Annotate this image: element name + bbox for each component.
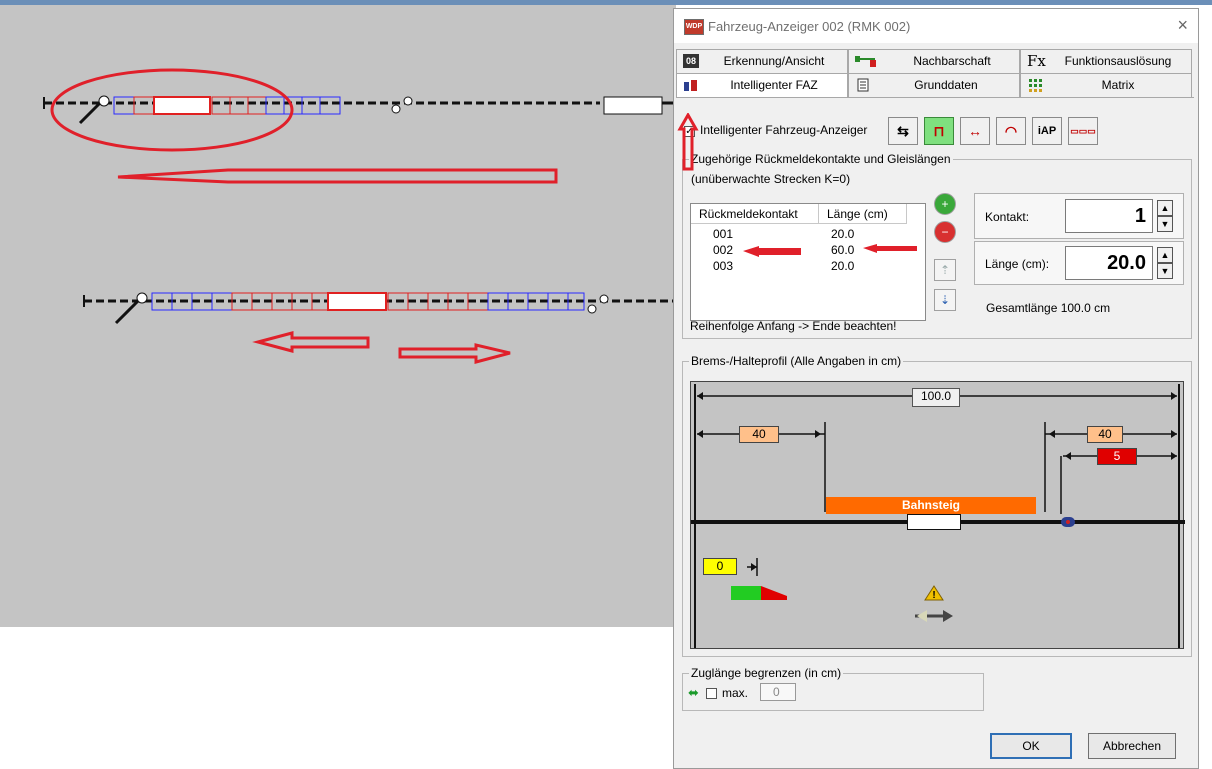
brake-profile-diagram[interactable]: ! 100.0 40 40 5 Bahnsteig 0 xyxy=(690,381,1185,649)
tab-nachbarschaft[interactable]: Nachbarschaft xyxy=(848,49,1020,73)
list-item[interactable]: 002 60.0 xyxy=(691,242,925,258)
total-length: Gesamtlänge 100.0 cm xyxy=(986,301,1111,315)
faz-toolbar: ✓ Intelligenter Fahrzeug-Anzeiger ⇆ ⊓ ↔ … xyxy=(682,117,1182,147)
max-length-input[interactable]: 0 xyxy=(760,683,796,701)
list-item[interactable]: 001 20.0 xyxy=(691,226,925,242)
platform-bar: Bahnsteig xyxy=(826,497,1036,514)
start-tag[interactable]: 0 xyxy=(703,558,737,575)
laenge-input[interactable]: 20.0 xyxy=(1065,246,1153,280)
faz-enabled-checkbox[interactable]: ✓ xyxy=(684,126,695,137)
annotation-arrow-left-upper xyxy=(117,168,558,184)
laenge-spin-down[interactable]: ▼ xyxy=(1157,263,1173,279)
split-icon[interactable]: ↔ xyxy=(960,117,990,145)
close-icon[interactable]: × xyxy=(1177,15,1188,36)
remove-contact-button[interactable]: − xyxy=(934,221,956,243)
tab-funktionsausloesung[interactable]: Fx Funktionsauslösung xyxy=(1020,49,1192,73)
contact-length: 20.0 xyxy=(831,259,855,273)
svg-text:!: ! xyxy=(932,590,935,601)
length-limit-icon: ⬌ xyxy=(688,685,699,700)
contact-id: 003 xyxy=(713,259,734,273)
swap-direction-icon[interactable]: ⇆ xyxy=(888,117,918,145)
tab-label: Nachbarschaft xyxy=(913,54,991,68)
faz-enabled-label: Intelligenter Fahrzeug-Anzeiger xyxy=(700,123,868,137)
max-label: max. xyxy=(722,686,749,700)
vehicle-indicator-dialog: WDP Fahrzeug-Anzeiger 002 (RMK 002) × 08… xyxy=(673,8,1199,769)
tab-row-2: Intelligenter FAZ Grunddaten Matrix xyxy=(674,73,1198,97)
column-header-contact[interactable]: Rückmeldekontakt xyxy=(691,204,819,224)
fx-icon: Fx xyxy=(1027,52,1046,70)
upper-track-blocks xyxy=(113,96,341,115)
platform-icon[interactable]: ⊓ xyxy=(924,117,954,145)
column-header-length[interactable]: Länge (cm) xyxy=(819,204,907,224)
tab-label: Matrix xyxy=(1101,78,1135,92)
kontakt-input[interactable]: 1 xyxy=(1065,199,1153,233)
tab-label: Grunddaten xyxy=(914,78,978,92)
kontakt-label: Kontakt: xyxy=(985,210,1030,224)
matrix-icon xyxy=(1027,78,1043,92)
order-note: Reihenfolge Anfang -> Ende beachten! xyxy=(690,319,897,333)
contact-length: 20.0 xyxy=(831,227,855,241)
faz-icon xyxy=(683,78,699,92)
left-brake-tag[interactable]: 40 xyxy=(739,426,779,443)
right-stop-tag[interactable]: 5 xyxy=(1097,448,1137,465)
annotation-arrow-right-lower xyxy=(398,343,511,364)
cancel-button[interactable]: Abbrechen xyxy=(1088,733,1176,759)
list-item[interactable]: 003 20.0 xyxy=(691,258,925,274)
kontakt-panel: Kontakt: 1 ▲ ▼ xyxy=(974,193,1184,239)
lower-track xyxy=(83,292,676,325)
track-layout-canvas[interactable] xyxy=(0,5,676,627)
contact-id: 002 xyxy=(713,243,734,257)
tab-erkennung[interactable]: 08 Erkennung/Ansicht xyxy=(676,49,848,73)
canvas-blank-area xyxy=(0,627,676,769)
kontakt-spin-down[interactable]: ▼ xyxy=(1157,216,1173,232)
vehicle-box xyxy=(907,514,961,530)
kontakt-spin-up[interactable]: ▲ xyxy=(1157,200,1173,216)
document-icon xyxy=(855,78,871,92)
tab-label: Erkennung/Ansicht xyxy=(723,54,825,68)
tab-divider xyxy=(676,97,1194,98)
profile-group-title: Brems-/Halteprofil (Alle Angaben in cm) xyxy=(689,354,904,368)
total-length-tag: 100.0 xyxy=(912,388,960,407)
speedometer-icon[interactable]: ◠ xyxy=(996,117,1026,145)
tab-intelligenter-faz[interactable]: Intelligenter FAZ xyxy=(676,73,848,97)
laenge-spin-up[interactable]: ▲ xyxy=(1157,247,1173,263)
title-bar: WDP Fahrzeug-Anzeiger 002 (RMK 002) × xyxy=(674,9,1198,43)
track-drawing xyxy=(43,68,676,364)
upper-track xyxy=(43,95,676,125)
max-length-checkbox[interactable] xyxy=(706,688,717,699)
laenge-label: Länge (cm): xyxy=(985,257,1050,271)
contact-id: 001 xyxy=(713,227,734,241)
neighbor-icon xyxy=(855,54,876,68)
tab-label: Intelligenter FAZ xyxy=(730,78,818,92)
laenge-panel: Länge (cm): 20.0 ▲ ▼ xyxy=(974,241,1184,285)
contacts-list[interactable]: Rückmeldekontakt Länge (cm) 001 20.0 002… xyxy=(690,203,926,321)
move-down-icon[interactable]: ⇣ xyxy=(934,289,956,311)
contacts-group-title: Zugehörige Rückmeldekontakte und Gleislä… xyxy=(689,152,953,166)
train-icon[interactable]: ▭▭▭ xyxy=(1068,117,1098,145)
move-up-icon[interactable]: ⇡ xyxy=(934,259,956,281)
tab-matrix[interactable]: Matrix xyxy=(1020,73,1192,97)
app-icon: WDP xyxy=(684,19,704,35)
id-08-icon: 08 xyxy=(683,54,699,68)
right-brake-tag[interactable]: 40 xyxy=(1087,426,1123,443)
add-contact-button[interactable]: + xyxy=(934,193,956,215)
contacts-subtitle: (unüberwachte Strecken K=0) xyxy=(691,172,851,186)
train-length-group-title: Zuglänge begrenzen (in cm) xyxy=(689,666,844,680)
ok-button[interactable]: OK xyxy=(990,733,1072,759)
dialog-title: Fahrzeug-Anzeiger 002 (RMK 002) xyxy=(708,19,911,34)
tab-label: Funktionsauslösung xyxy=(1064,54,1172,68)
tab-row-1: 08 Erkennung/Ansicht Nachbarschaft Fx Fu… xyxy=(674,49,1198,73)
tab-grunddaten[interactable]: Grunddaten xyxy=(848,73,1020,97)
contact-length: 60.0 xyxy=(831,243,855,257)
annotation-arrow-left-lower xyxy=(252,331,370,353)
iap-button[interactable]: iAP xyxy=(1032,117,1062,145)
